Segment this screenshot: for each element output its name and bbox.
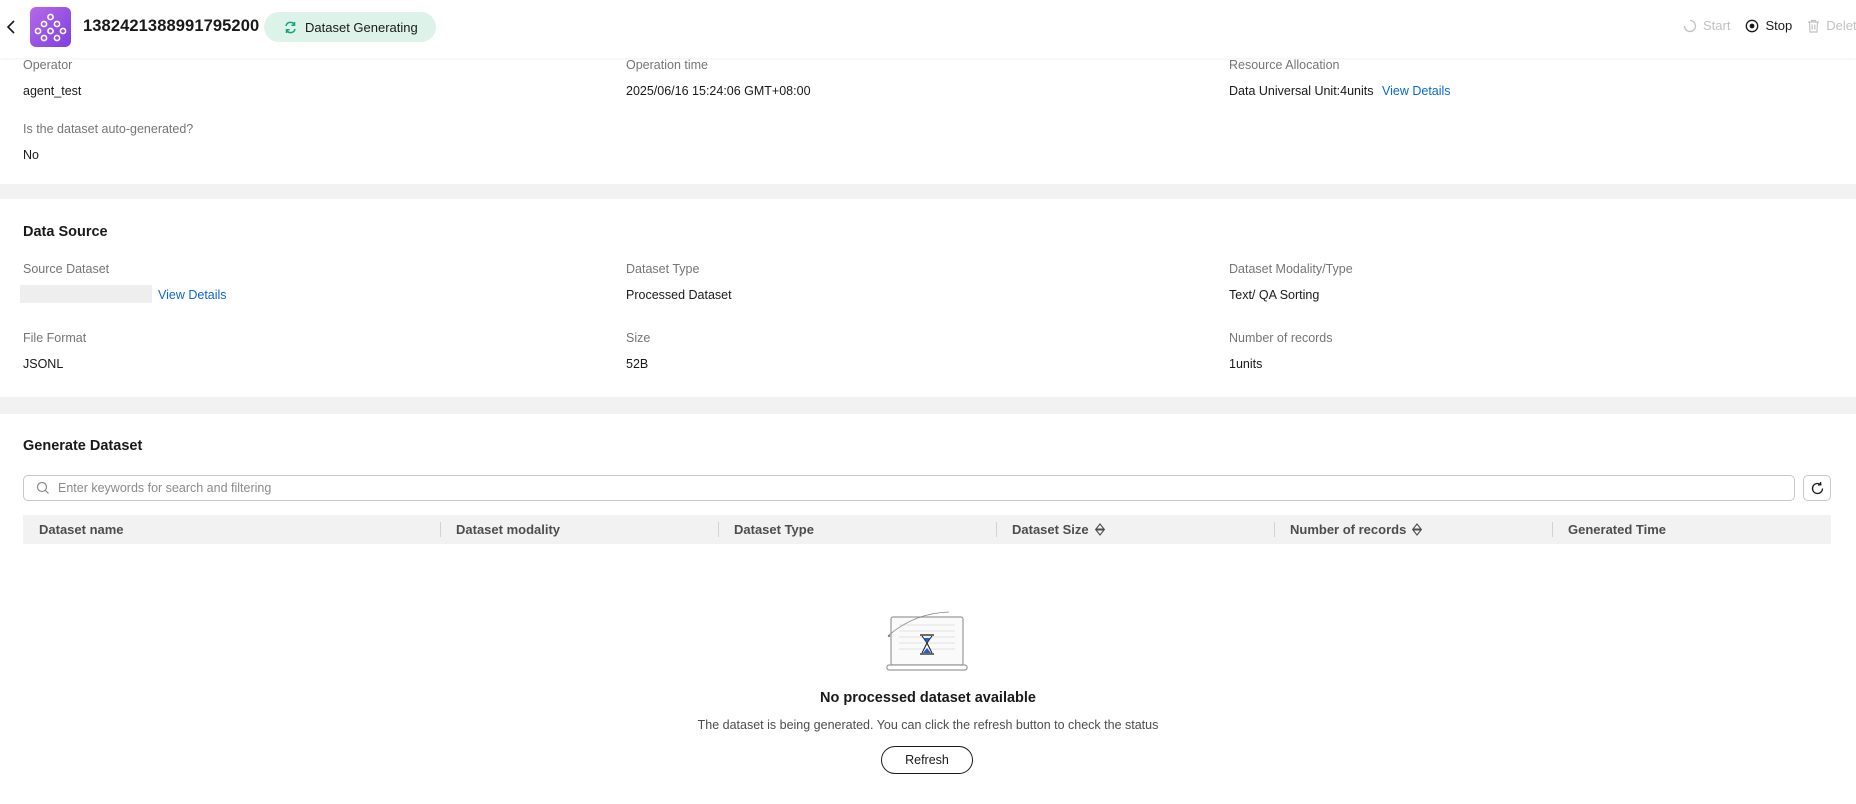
auto-generated-value: No xyxy=(23,148,39,162)
column-label: Dataset Type xyxy=(734,522,814,537)
column-dataset-name: Dataset name xyxy=(23,515,440,544)
sort-icon[interactable] xyxy=(1094,523,1105,536)
dataset-type-value: Processed Dataset xyxy=(626,288,732,302)
source-dataset-label: Source Dataset xyxy=(23,262,110,276)
data-source-card: Data Source Source Dataset View Details … xyxy=(0,199,1856,397)
source-dataset-name-placeholder xyxy=(20,285,152,303)
resource-view-details-link[interactable]: View Details xyxy=(1382,84,1451,98)
start-button[interactable]: Start xyxy=(1683,18,1730,33)
chevron-left-icon xyxy=(6,20,15,34)
dataset-type-label: Dataset Type xyxy=(626,262,700,276)
column-label: Number of records xyxy=(1290,522,1407,537)
empty-laptop-illustration xyxy=(885,609,969,680)
trash-icon xyxy=(1808,19,1820,33)
empty-state-description: The dataset is being generated. You can … xyxy=(697,718,1159,732)
table-header: Dataset name Dataset modality Dataset Ty… xyxy=(23,515,1831,544)
records-label: Number of records xyxy=(1229,331,1333,345)
stop-label: Stop xyxy=(1765,18,1793,33)
auto-generated-label: Is the dataset auto-generated? xyxy=(23,122,194,136)
back-button[interactable] xyxy=(2,14,22,40)
file-format-label: File Format xyxy=(23,331,87,345)
operator-label: Operator xyxy=(23,58,73,72)
table-refresh-button[interactable] xyxy=(1803,475,1831,501)
resource-allocation-value: Data Universal Unit:4units View Details xyxy=(1229,84,1451,98)
search-icon xyxy=(36,481,49,494)
basic-info-card: Operator agent_test Operation time 2025/… xyxy=(0,58,1856,184)
resource-allocation-text: Data Universal Unit:4units xyxy=(1229,84,1374,98)
column-label: Dataset name xyxy=(39,522,124,537)
generate-dataset-card: Generate Dataset Dataset name Dataset mo… xyxy=(0,414,1856,804)
file-format-value: JSONL xyxy=(23,357,64,371)
dataset-modality-label: Dataset Modality/Type xyxy=(1229,262,1353,276)
column-label: Generated Time xyxy=(1568,522,1667,537)
column-dataset-size[interactable]: Dataset Size xyxy=(996,515,1274,544)
operation-time-value: 2025/06/16 15:24:06 GMT+08:00 xyxy=(626,84,811,98)
dataset-modality-value: Text/ QA Sorting xyxy=(1229,288,1320,302)
app-logo-icon xyxy=(30,7,71,47)
column-dataset-modality: Dataset modality xyxy=(440,515,718,544)
sync-icon xyxy=(285,21,296,33)
operation-time-label: Operation time xyxy=(626,58,708,72)
stop-icon xyxy=(1746,19,1759,32)
sort-icon[interactable] xyxy=(1412,523,1423,536)
stop-button[interactable]: Stop xyxy=(1745,18,1792,33)
delete-label: Delete xyxy=(1826,18,1856,33)
status-badge: Dataset Generating xyxy=(264,12,436,42)
data-source-title: Data Source xyxy=(23,224,108,240)
status-label: Dataset Generating xyxy=(305,19,418,35)
records-value: 1units xyxy=(1229,357,1263,371)
refresh-icon xyxy=(1811,481,1823,494)
column-label: Dataset Size xyxy=(1012,522,1089,537)
page-header: 1382421388991795200 Dataset Generating S… xyxy=(0,0,1856,58)
size-label: Size xyxy=(626,331,651,345)
delete-button[interactable]: Delete xyxy=(1807,18,1856,33)
column-label: Dataset modality xyxy=(456,522,561,537)
size-value: 52B xyxy=(626,357,649,371)
page-title: 1382421388991795200 xyxy=(83,17,260,35)
start-icon xyxy=(1683,19,1697,32)
generate-dataset-title: Generate Dataset xyxy=(23,438,143,454)
search-box xyxy=(23,475,1795,501)
start-label: Start xyxy=(1703,18,1731,33)
column-generated-time: Generated Time xyxy=(1552,515,1831,544)
source-dataset-view-details-link[interactable]: View Details xyxy=(158,288,227,302)
refresh-button[interactable]: Refresh xyxy=(881,746,973,774)
search-input[interactable] xyxy=(58,481,1758,495)
column-number-of-records[interactable]: Number of records xyxy=(1274,515,1552,544)
column-dataset-type: Dataset Type xyxy=(718,515,996,544)
operator-value: agent_test xyxy=(23,84,82,98)
empty-state-title: No processed dataset available xyxy=(820,690,1036,706)
resource-allocation-label: Resource Allocation xyxy=(1229,58,1340,72)
header-actions: Start Stop Delete xyxy=(1683,18,1856,33)
